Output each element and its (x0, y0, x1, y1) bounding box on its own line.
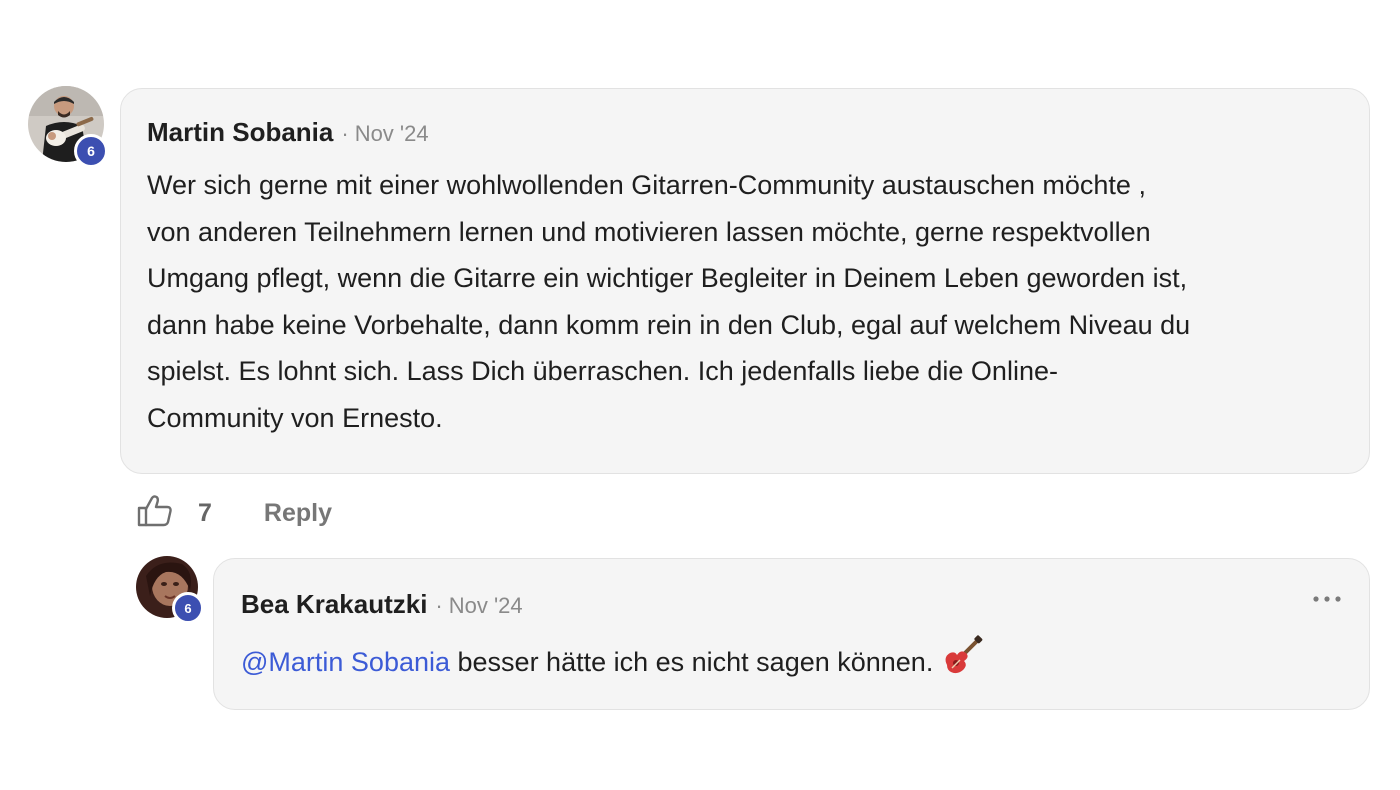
comment-line: Umgang pflegt, wenn die Gitarre ein wich… (147, 263, 1188, 293)
reply-button[interactable]: Reply (264, 499, 332, 528)
comment-actions: 7 Reply (136, 490, 332, 536)
author-name[interactable]: Martin Sobania (147, 117, 333, 148)
comment-thread: 6 Martin Sobania · Nov '24 Wer sich gern… (0, 0, 1400, 790)
reply-bubble: Bea Krakautzki · Nov '24 @Martin Sobania… (213, 558, 1370, 710)
level-badge: 6 (172, 592, 204, 624)
reply-text: besser hätte ich es nicht sagen können. (450, 647, 941, 677)
comment-line: von anderen Teilnehmern lernen und motiv… (147, 216, 1151, 247)
comment-bubble: Martin Sobania · Nov '24 Wer sich gerne … (120, 88, 1370, 474)
level-badge: 6 (74, 134, 108, 168)
more-options-button[interactable] (1311, 589, 1343, 609)
comment-line: dann habe keine Vorbehalte, dann komm re… (147, 309, 1191, 340)
author-name[interactable]: Bea Krakautzki (241, 589, 427, 620)
guitar-emoji-icon (941, 635, 983, 688)
comment-header: Martin Sobania · Nov '24 (147, 117, 429, 148)
comment-date[interactable]: Nov '24 (355, 121, 429, 147)
comment-author-avatar[interactable]: 6 (28, 86, 108, 170)
reply-header: Bea Krakautzki · Nov '24 (241, 589, 523, 620)
thumbs-up-icon (136, 494, 174, 533)
separator-dot: · (341, 121, 349, 146)
reply-body: @Martin Sobania besser hätte ich es nich… (241, 635, 983, 688)
comment-line: spielst. Es lohnt sich. Lass Dich überra… (147, 356, 1058, 386)
like-button[interactable]: 7 (136, 494, 212, 533)
comment-line: Wer sich gerne mit einer wohlwollenden G… (147, 170, 1146, 200)
separator-dot: · (435, 593, 443, 618)
reply-author-avatar[interactable]: 6 (136, 556, 206, 626)
reply-date[interactable]: Nov '24 (449, 593, 523, 619)
mention-link[interactable]: @Martin Sobania (241, 647, 450, 677)
more-horizontal-icon (1312, 590, 1342, 608)
comment-body: Wer sich gerne mit einer wohlwollenden G… (147, 162, 1190, 441)
comment-line: Community von Ernesto. (147, 402, 443, 433)
reply-line: @Martin Sobania besser hätte ich es nich… (241, 635, 983, 688)
like-count: 7 (198, 498, 212, 527)
